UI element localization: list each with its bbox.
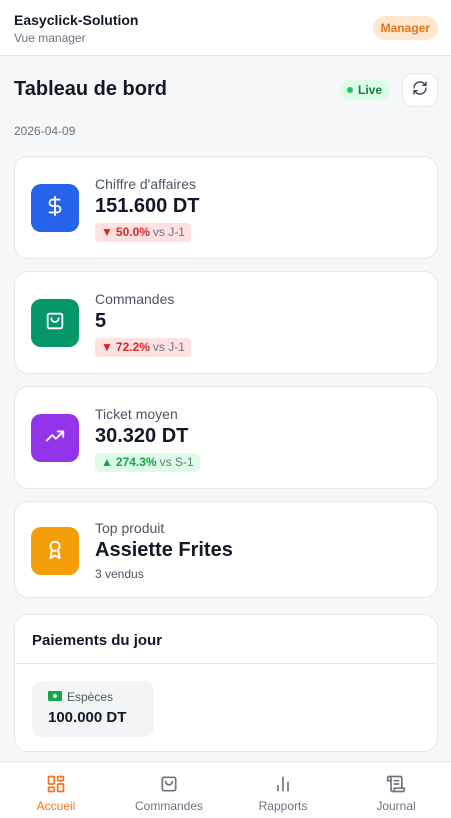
top-product-label: Top produit (95, 520, 165, 536)
dashboard-icon (46, 774, 66, 794)
kpi-icon-box (31, 299, 79, 347)
dollar-icon (44, 195, 66, 222)
award-icon (44, 538, 66, 565)
top-product-card: Top produit Assiette Frites 3 vendus (14, 501, 438, 598)
scroll-icon (386, 774, 406, 794)
page-title: Tableau de bord (14, 78, 167, 100)
kpi-value: 151.600 DT (95, 195, 200, 217)
live-label: Live (358, 83, 383, 97)
role-badge: Manager (372, 16, 438, 40)
kpi-label: Chiffre d'affaires (95, 176, 196, 192)
nav-item-accueil[interactable]: Accueil (0, 762, 112, 818)
shopping-bag-icon (159, 774, 179, 794)
nav-item-journal[interactable]: Journal (340, 762, 451, 818)
payment-method-name: Espèces (67, 690, 114, 704)
payments-title: Paiements du jour (32, 632, 163, 649)
app-header: Easyclick-Solution Vue manager Manager (0, 0, 451, 56)
top-product-sold: 3 vendus (95, 567, 144, 581)
refresh-button[interactable] (402, 73, 438, 107)
kpi-delta: ▲ 274.3% vs S-1 (95, 453, 200, 472)
kpi-delta: ▼ 72.2% vs J-1 (95, 338, 191, 357)
refresh-icon (412, 80, 428, 101)
live-dot-icon (347, 87, 353, 93)
shopping-bag-icon (44, 310, 66, 337)
payment-method-value: 100.000 DT (48, 709, 127, 726)
triangle-down-icon: ▼ (101, 340, 113, 354)
payment-method-cash: Espèces 100.000 DT (32, 681, 154, 737)
kpi-label: Commandes (95, 291, 175, 307)
nav-label: Commandes (134, 799, 204, 813)
trending-up-icon (44, 425, 66, 452)
kpi-delta-compare: vs J-1 (152, 340, 185, 354)
nav-label: Accueil (36, 799, 76, 813)
bar-chart-icon (273, 774, 293, 794)
bottom-nav: Accueil Commandes Rapports Journal (0, 761, 451, 818)
payments-card: Paiements du jour Espèces 100.000 DT (14, 614, 438, 752)
live-badge: Live (340, 80, 391, 100)
payment-method-label: Espèces (48, 690, 113, 704)
kpi-card-avg-ticket: Ticket moyen 30.320 DT ▲ 274.3% vs S-1 (14, 386, 438, 489)
app-subtitle: Vue manager (14, 31, 86, 45)
kpi-delta-compare: vs S-1 (159, 455, 194, 469)
cash-icon (48, 690, 62, 704)
kpi-icon-box (31, 184, 79, 232)
nav-item-rapports[interactable]: Rapports (227, 762, 339, 818)
nav-item-commandes[interactable]: Commandes (113, 762, 225, 818)
triangle-down-icon: ▼ (101, 225, 113, 239)
app-name: Easyclick-Solution (14, 12, 139, 28)
kpi-delta: ▼ 50.0% vs J-1 (95, 223, 191, 242)
kpi-delta-value: 274.3% (115, 455, 157, 469)
kpi-label: Ticket moyen (95, 406, 178, 422)
kpi-delta-value: 50.0% (115, 225, 150, 239)
kpi-value: 5 (95, 310, 107, 332)
kpi-card-revenue: Chiffre d'affaires 151.600 DT ▼ 50.0% vs… (14, 156, 438, 259)
report-date: 2026-04-09 (14, 124, 76, 138)
nav-label: Journal (376, 799, 416, 813)
divider (15, 663, 437, 664)
kpi-value: 30.320 DT (95, 425, 189, 447)
nav-label: Rapports (258, 799, 308, 813)
triangle-up-icon: ▲ (101, 455, 113, 469)
kpi-icon-box (31, 414, 79, 462)
kpi-delta-value: 72.2% (115, 340, 150, 354)
kpi-icon-box (31, 527, 79, 575)
kpi-card-orders: Commandes 5 ▼ 72.2% vs J-1 (14, 271, 438, 374)
kpi-delta-compare: vs J-1 (152, 225, 185, 239)
top-product-name: Assiette Frites (95, 539, 233, 561)
